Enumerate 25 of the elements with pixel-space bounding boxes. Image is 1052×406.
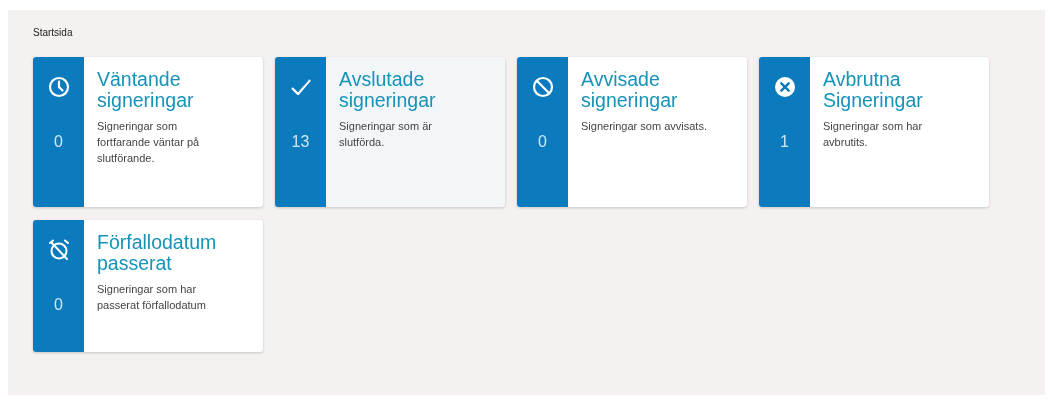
count: 0 [538, 133, 547, 151]
card-title: Avbrutna Signeringar [823, 69, 924, 111]
card-title: Väntande signeringar [97, 69, 195, 111]
alarm-off-icon [46, 238, 71, 262]
card-description: Signeringar som avvisats. [581, 119, 708, 134]
card-description: Signeringar som har avbrutits. [823, 119, 924, 150]
card-description: Signeringar som är slutförda. [339, 119, 433, 150]
ban-icon [530, 75, 555, 99]
count: 13 [291, 133, 310, 151]
card-description: Signeringar som har passerat förfallodatum [97, 282, 207, 313]
card-description: Signeringar som fortfarande väntar på slutförande. [97, 119, 201, 166]
card-title: Avslutade signeringar [339, 69, 437, 111]
count: 1 [780, 133, 789, 151]
close-circle-icon [772, 75, 797, 99]
status-card[interactable]: 0 Väntande signeringar Signeringar som fortfarande väntar på slutförande. [33, 57, 263, 207]
count: 0 [54, 133, 63, 151]
breadcrumb[interactable]: Startsida [33, 27, 73, 38]
card-title: Avvisade signeringar [581, 69, 679, 111]
status-card[interactable]: 0 Avvisade signeringar Signeringar som avvisats. [517, 57, 747, 207]
status-card[interactable]: 0 Förfallodatum passerat Signeringar som har passerat förfallodatum [33, 220, 263, 352]
clock-icon [46, 75, 71, 99]
count: 0 [54, 296, 63, 314]
card-title: Förfallodatum passerat [97, 232, 218, 274]
status-card[interactable]: 1 Avbrutna Signeringar Signeringar som har avbrutits. [759, 57, 989, 207]
status-card[interactable]: 13 Avslutade signeringar Signeringar som är slutförda. [275, 57, 505, 207]
